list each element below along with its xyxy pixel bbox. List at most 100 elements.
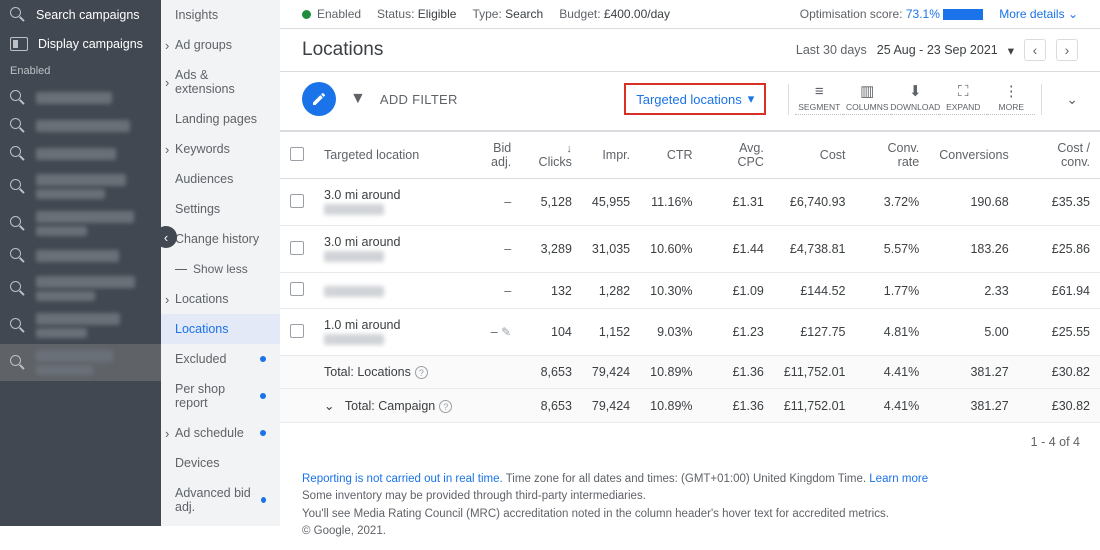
column-header[interactable]: Bid adj. [463, 132, 522, 179]
columns-icon: ▥ [860, 84, 874, 99]
search-icon [10, 146, 26, 162]
column-header[interactable]: Conversions [929, 132, 1018, 179]
campaign-item[interactable] [0, 242, 161, 270]
opt-score-bar [943, 9, 983, 20]
column-header[interactable]: Targeted location [314, 132, 463, 179]
campaign-item[interactable] [0, 270, 161, 307]
add-filter-button[interactable]: ADD FILTER [380, 92, 458, 107]
campaign-item[interactable] [0, 344, 161, 381]
page-title: Locations [302, 39, 383, 61]
column-header[interactable]: Avg. CPC [703, 132, 774, 179]
sidebar-item-locations[interactable]: Locations [161, 314, 280, 344]
filter-icon[interactable]: ▼ [350, 90, 366, 108]
sidebar-item-per-shop-report[interactable]: Per shop report [161, 374, 280, 418]
total-label: Total: Locations? [314, 356, 463, 389]
pencil-icon[interactable]: ✎ [501, 325, 511, 339]
nav-label: Search campaigns [36, 8, 140, 22]
edit-button[interactable] [302, 82, 336, 116]
indicator-dot-icon [260, 356, 266, 362]
columns-button[interactable]: ▥COLUMNS [843, 84, 891, 115]
status-dot-icon [302, 10, 311, 19]
column-header[interactable]: ↓ Clicks [521, 132, 582, 179]
collapse-handle[interactable]: ‹ [155, 226, 177, 248]
enabled-indicator[interactable]: Enabled [302, 7, 361, 21]
status-pair: Status: Eligible [377, 7, 456, 21]
expand-button[interactable]: ⛶EXPAND [939, 84, 987, 115]
table-row: 3.0 mi around – 5,12845,95511.16%£1.31£6… [280, 179, 1100, 226]
nav-label: Display campaigns [38, 37, 143, 51]
download-button[interactable]: ⬇DOWNLOAD [891, 84, 939, 115]
expand-panel-button[interactable]: ⌄ [1066, 91, 1078, 108]
column-header[interactable]: Impr. [582, 132, 640, 179]
nav-search-campaigns[interactable]: Search campaigns [0, 0, 161, 30]
segment-icon: ≡ [815, 84, 824, 99]
row-checkbox[interactable] [290, 241, 304, 255]
sidebar-item[interactable]: Ads & extensions [161, 60, 280, 104]
campaign-item[interactable] [0, 112, 161, 140]
nav-section-label: Enabled [0, 58, 161, 84]
nav-display-campaigns[interactable]: Display campaigns [0, 30, 161, 58]
help-icon[interactable]: ? [415, 366, 428, 379]
sidebar-item[interactable]: Keywords [161, 134, 280, 164]
row-checkbox[interactable] [290, 324, 304, 338]
total-row: Total: Locations? 8,65379,42410.89%£1.36… [280, 356, 1100, 389]
sidebar-item[interactable]: Ad schedule [161, 418, 280, 448]
search-icon [10, 179, 26, 195]
column-header[interactable]: Cost / conv. [1019, 132, 1100, 179]
column-header[interactable]: CTR [640, 132, 702, 179]
sidebar-item[interactable]: Landing pages [161, 104, 280, 134]
location-cell[interactable]: 3.0 mi around [314, 179, 463, 226]
sidebar-item-excluded[interactable]: Excluded [161, 344, 280, 374]
show-less-toggle[interactable]: Show less [161, 254, 280, 284]
sidebar-item[interactable]: Audiences [161, 164, 280, 194]
column-header[interactable]: Cost [774, 132, 856, 179]
toolbar: ▼ ADD FILTER Targeted locations▾ ≡SEGMEN… [280, 72, 1100, 131]
locations-table: Targeted locationBid adj.↓ ClicksImpr.CT… [280, 131, 1100, 423]
search-icon [10, 355, 26, 371]
next-period-button[interactable]: › [1056, 39, 1078, 61]
expand-icon: ⛶ [958, 84, 969, 99]
campaign-item[interactable] [0, 205, 161, 242]
primary-nav-sidebar: Search campaigns Display campaigns Enabl… [0, 0, 161, 526]
dropdown-icon: ▾ [748, 91, 755, 107]
sidebar-item[interactable]: Devices [161, 448, 280, 478]
sidebar-item[interactable]: Settings [161, 194, 280, 224]
prev-period-button[interactable]: ‹ [1024, 39, 1046, 61]
more-details-link[interactable]: More details ⌄ [999, 7, 1078, 21]
table-row: 3.0 mi around – 3,28931,03510.60%£1.44£4… [280, 226, 1100, 273]
date-range-picker[interactable]: Last 30 days 25 Aug - 23 Sep 2021 ▾ ‹ › [796, 39, 1078, 61]
column-header[interactable]: Conv. rate [856, 132, 930, 179]
sidebar-item[interactable]: Ad groups [161, 30, 280, 60]
indicator-dot-icon [261, 497, 266, 503]
help-icon[interactable]: ? [439, 400, 452, 413]
location-cell[interactable]: 3.0 mi around [314, 226, 463, 273]
segment-button[interactable]: ≡SEGMENT [795, 84, 843, 115]
sidebar-item[interactable]: Change history [161, 224, 280, 254]
pencil-icon [311, 91, 327, 107]
campaign-item[interactable] [0, 84, 161, 112]
learn-more-link[interactable]: Learn more [869, 473, 928, 485]
location-cell[interactable]: 1.0 mi around [314, 309, 463, 356]
search-icon [10, 118, 26, 134]
campaign-item[interactable] [0, 168, 161, 205]
more-button[interactable]: ⋮MORE [987, 84, 1035, 115]
sidebar-item[interactable]: Advanced bid adj. [161, 478, 280, 522]
pagination: 1 - 4 of 4 [280, 423, 1100, 461]
total-label: ⌄ Total: Campaign? [314, 389, 463, 423]
location-cell[interactable] [314, 273, 463, 309]
type-pair: Type: Search [472, 7, 543, 21]
targeted-locations-dropdown[interactable]: Targeted locations▾ [624, 83, 766, 115]
sidebar-item[interactable]: Insights [161, 0, 280, 30]
chevron-down-icon[interactable]: ⌄ [324, 399, 334, 413]
search-icon [10, 318, 26, 334]
search-icon [10, 281, 26, 297]
more-icon: ⋮ [1004, 84, 1019, 99]
campaign-item[interactable] [0, 307, 161, 344]
dropdown-icon: ▾ [1008, 43, 1014, 58]
select-all-checkbox[interactable] [290, 147, 304, 161]
search-icon [10, 248, 26, 264]
row-checkbox[interactable] [290, 282, 304, 296]
campaign-item[interactable] [0, 140, 161, 168]
sidebar-item-locations[interactable]: Locations [161, 284, 280, 314]
row-checkbox[interactable] [290, 194, 304, 208]
